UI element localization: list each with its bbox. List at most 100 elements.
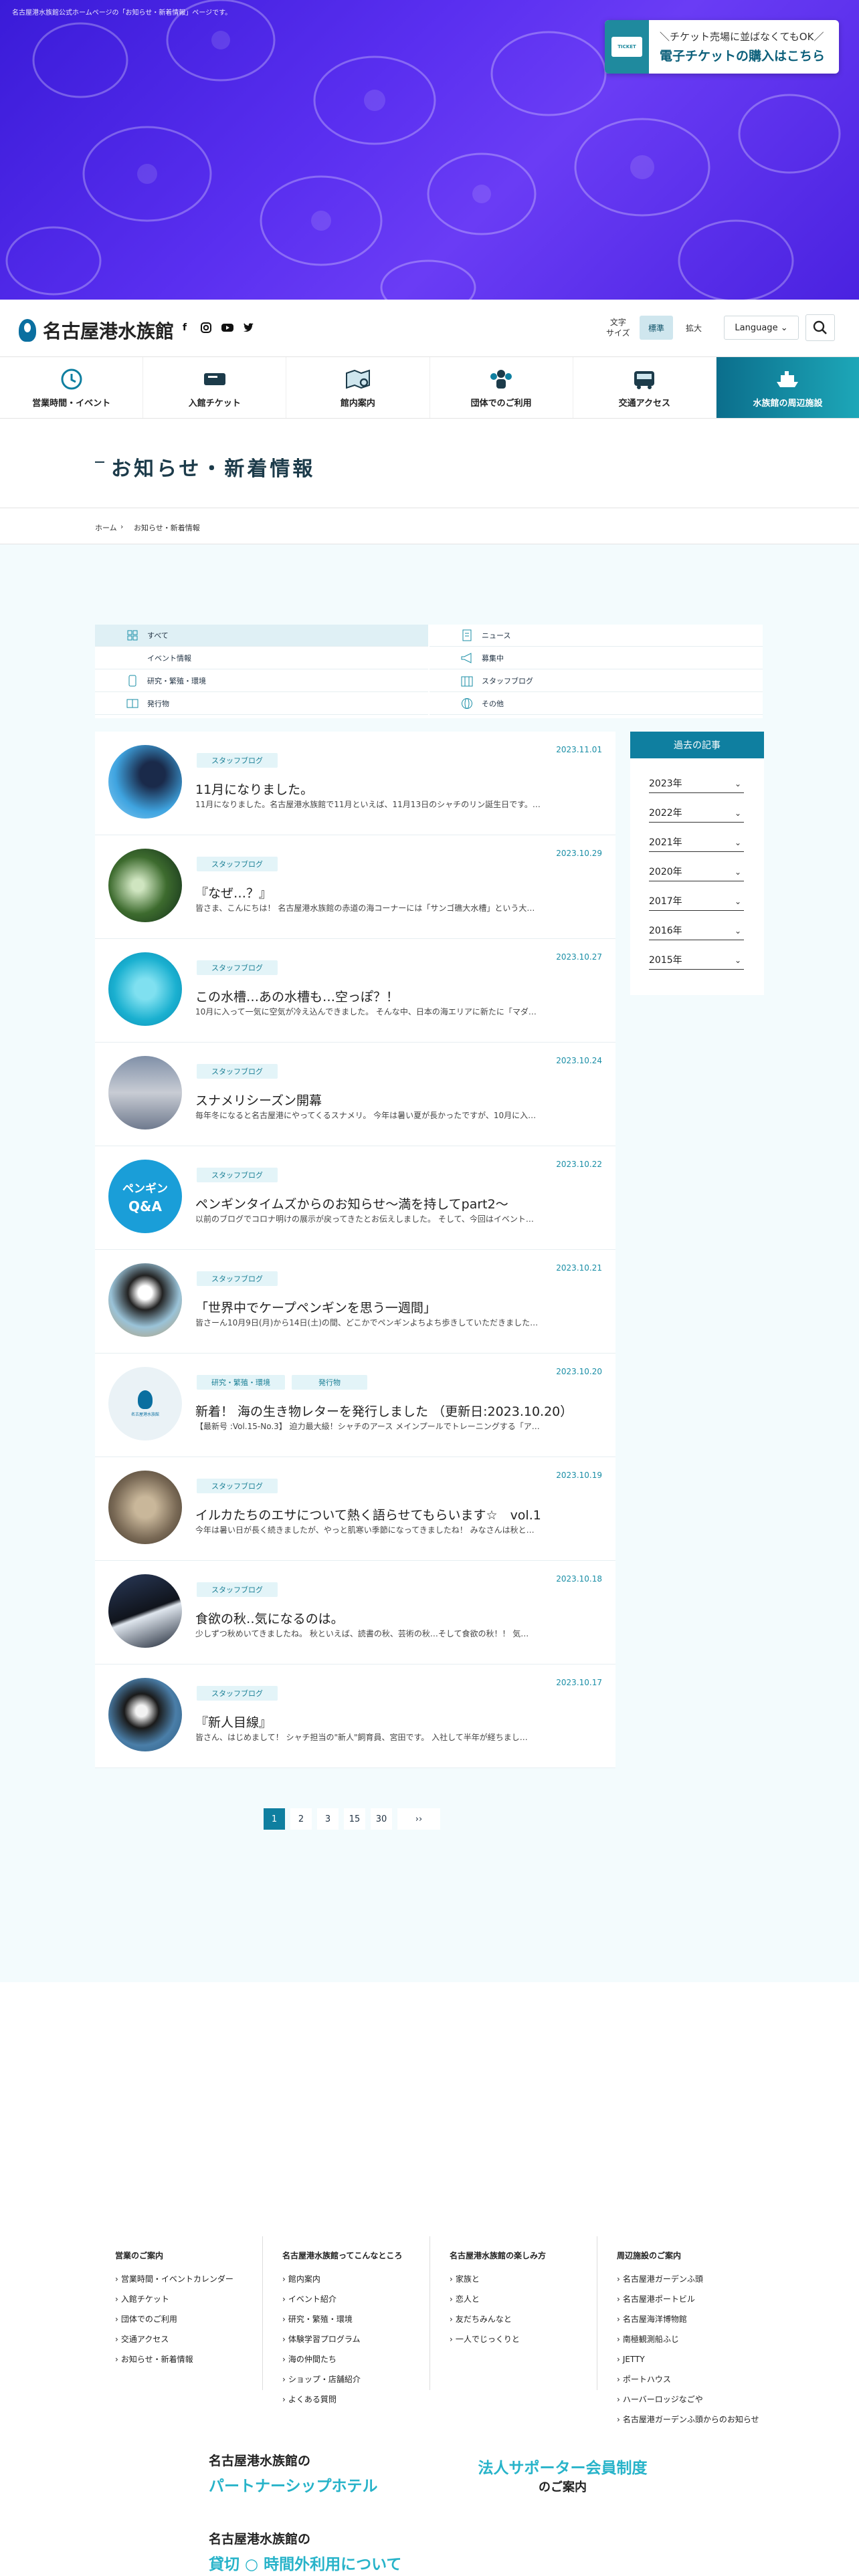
document-icon: [460, 629, 474, 641]
search-button[interactable]: [805, 314, 835, 341]
article-excerpt: 11月になりました。名古屋港水族館で11月といえば、11月13日のシャチのリン誕…: [195, 800, 541, 809]
list-item[interactable]: 2023.10.29 スタッフブログ 『なぜ…？』 皆さま、こんにちは！ 名古屋…: [95, 835, 615, 939]
footer-link[interactable]: 一人でじっくりと: [450, 2329, 615, 2349]
list-item[interactable]: 2023.10.17 スタッフブログ 『新人目線』 皆さん、はじめまして！ シャ…: [95, 1665, 615, 1768]
footer-link[interactable]: お知らせ・新着情報: [115, 2349, 281, 2369]
corporate-supporter-banner[interactable]: 法人サポーター会員制度 のご案内: [446, 2437, 680, 2509]
bus-icon: [631, 366, 658, 392]
site-footer: 営業のご案内 営業時間・イベントカレンダー 入館チケット 団体でのご利用 交通ア…: [0, 1982, 859, 2576]
footer-link[interactable]: JETTY: [617, 2349, 783, 2369]
facebook-icon[interactable]: f: [178, 321, 191, 334]
nav-floor-guide[interactable]: 館内案内: [286, 357, 430, 418]
instagram-icon[interactable]: [199, 321, 213, 334]
page-3-button[interactable]: 3: [317, 1808, 339, 1830]
list-item[interactable]: 2023.10.27 スタッフブログ この水槽…あの水槽も…空っぽ？！ 10月に…: [95, 939, 615, 1043]
list-item[interactable]: 2023.10.24 スタッフブログ スナメリシーズン開幕 毎年冬になると名古屋…: [95, 1043, 615, 1146]
footer-link[interactable]: 名古屋港ポートビル: [617, 2289, 783, 2309]
logo-text: 名古屋港水族館: [43, 320, 175, 342]
article-tag: スタッフブログ: [197, 1064, 278, 1079]
youtube-icon[interactable]: [221, 321, 234, 334]
list-item[interactable]: 2023.10.19 スタッフブログ イルカたちのエサについて熱く語らせてもらい…: [95, 1457, 615, 1561]
nav-access[interactable]: 交通アクセス: [573, 357, 717, 418]
article-excerpt: 皆さん、はじめまして！ シャチ担当の"新人"飼育員、宮田です。 入社して半年が経…: [195, 1733, 528, 1742]
category-other[interactable]: その他: [430, 693, 763, 715]
nav-ticket[interactable]: 入館チケット: [143, 357, 287, 418]
list-item[interactable]: ペンギン Q&A 2023.10.22 スタッフブログ ペンギンタイムズからのお…: [95, 1146, 615, 1250]
footer-link[interactable]: ハーバーロッジなごや: [617, 2389, 783, 2409]
list-item[interactable]: 2023.11.01 スタッフブログ 11月になりました。 11月になりました。…: [95, 732, 615, 835]
footer-link[interactable]: ポートハウス: [617, 2369, 783, 2389]
globe-icon: [460, 697, 474, 710]
nav-hours-events[interactable]: 営業時間・イベント: [0, 357, 144, 418]
next-page-button[interactable]: ››: [397, 1808, 440, 1830]
footer-link[interactable]: 団体でのご利用: [115, 2309, 281, 2329]
font-size-large-button[interactable]: 拡大: [677, 316, 710, 340]
article-tag: スタッフブログ: [197, 857, 278, 871]
category-recruiting[interactable]: 募集中: [430, 647, 763, 669]
breadcrumb-home[interactable]: ホーム: [95, 522, 117, 533]
footer-link[interactable]: 交通アクセス: [115, 2329, 281, 2349]
footer-link[interactable]: 友だちみんなと: [450, 2309, 615, 2329]
article-tag: スタッフブログ: [197, 960, 278, 975]
category-staff-blog[interactable]: スタッフブログ: [430, 670, 763, 692]
footer-link[interactable]: 館内案内: [282, 2269, 448, 2289]
archive-year-2016[interactable]: 2016年 ⌄: [649, 920, 744, 940]
footer-link[interactable]: ショップ・店舗紹介: [282, 2369, 448, 2389]
article-title: 『なぜ…？』: [195, 886, 272, 901]
page-2-button[interactable]: 2: [290, 1808, 312, 1830]
list-item[interactable]: 2023.10.18 スタッフブログ 食欲の秋‥気になるのは。 少しずつ秋めいて…: [95, 1561, 615, 1665]
archive-year-2015[interactable]: 2015年 ⌄: [649, 950, 744, 970]
footer-link[interactable]: 恋人と: [450, 2289, 615, 2309]
archive-year-2021[interactable]: 2021年 ⌄: [649, 832, 744, 852]
category-events[interactable]: イベント情報: [95, 647, 428, 669]
nav-groups[interactable]: 団体でのご利用: [430, 357, 573, 418]
footer-link[interactable]: 研究・繁殖・環境: [282, 2309, 448, 2329]
page-15-button[interactable]: 15: [344, 1808, 365, 1830]
breadcrumb: ホーム › お知らせ・新着情報: [0, 508, 859, 544]
article-title: 11月になりました。: [195, 782, 314, 797]
list-item[interactable]: 2023.10.21 スタッフブログ 「世界中でケープペンギンを思う一週間」 皆…: [95, 1250, 615, 1354]
footer-link[interactable]: イベント紹介: [282, 2289, 448, 2309]
footer-link[interactable]: 名古屋海洋博物館: [617, 2309, 783, 2329]
site-header: 名古屋港水族館 f 文字 サイズ 標準 拡大 Language ⌄: [0, 300, 859, 357]
font-size-standard-button[interactable]: 標準: [640, 316, 673, 340]
page-1-button[interactable]: 1: [264, 1808, 285, 1830]
article-excerpt: 皆さーん10月9日(月)から14日(土)の間、どこかでペンギンよちよち歩きしてい…: [195, 1318, 539, 1327]
footer-link[interactable]: 入館チケット: [115, 2289, 281, 2309]
footer-column-about: 名古屋港水族館ってこんなところ 館内案内 イベント紹介 研究・繁殖・環境 体験学…: [282, 2250, 448, 2409]
footer-link[interactable]: 海の仲間たち: [282, 2349, 448, 2369]
footer-link[interactable]: よくある質問: [282, 2389, 448, 2409]
partnership-hotel-banner[interactable]: 名古屋港水族館の パートナーシップホテル: [185, 2437, 428, 2509]
language-select[interactable]: Language ⌄: [724, 316, 799, 340]
article-tag: スタッフブログ: [197, 1686, 278, 1701]
footer-link[interactable]: 南極観測船ふじ: [617, 2329, 783, 2349]
archive-year-2017[interactable]: 2017年 ⌄: [649, 891, 744, 911]
map-icon: [345, 366, 371, 392]
category-publications[interactable]: 発行物: [95, 693, 428, 715]
hero-banner: 名古屋港水族館公式ホームページの「お知らせ・新着情報」ページです。 TICKET…: [0, 0, 859, 300]
category-all[interactable]: すべて: [95, 625, 428, 647]
list-item[interactable]: 名古屋港水族館 2023.10.20 研究・繁殖・環境 発行物 新着！ 海の生き…: [95, 1354, 615, 1457]
footer-column-business: 営業のご案内 営業時間・イベントカレンダー 入館チケット 団体でのご利用 交通ア…: [115, 2250, 281, 2369]
footer-column-nearby: 周辺施設のご案内 名古屋港ガーデンふ頭 名古屋港ポートビル 名古屋海洋博物館 南…: [617, 2250, 783, 2430]
twitter-icon[interactable]: [242, 321, 256, 334]
footer-link[interactable]: 家族と: [450, 2269, 615, 2289]
category-filter: すべて ニュース イベント情報 募集中 研究・繁殖・環境 スタッフブログ 発行物: [95, 625, 763, 718]
page-30-button[interactable]: 30: [371, 1808, 392, 1830]
archive-year-2022[interactable]: 2022年 ⌄: [649, 802, 744, 823]
main-nav: 営業時間・イベント 入館チケット 館内案内 団体でのご利用 交通アクセス 水族館…: [0, 357, 859, 419]
site-logo[interactable]: 名古屋港水族館: [19, 317, 174, 344]
footer-link[interactable]: 名古屋港ガーデンふ頭からのお知らせ: [617, 2409, 783, 2430]
footer-link[interactable]: 体験学習プログラム: [282, 2329, 448, 2349]
e-ticket-banner[interactable]: TICKET ＼チケット売場に並ばなくてもOK／ 電子チケットの購入はこちら: [605, 20, 839, 74]
private-use-banner[interactable]: 名古屋港水族館の 貸切 ○ 時間外利用について: [185, 2527, 428, 2576]
footer-link[interactable]: 名古屋港ガーデンふ頭: [617, 2269, 783, 2289]
category-research[interactable]: 研究・繁殖・環境: [95, 670, 428, 692]
nav-nearby-facilities[interactable]: 水族館の周辺施設: [716, 357, 859, 418]
archive-year-2023[interactable]: 2023年 ⌄: [649, 773, 744, 793]
archive-year-2020[interactable]: 2020年 ⌄: [649, 861, 744, 881]
footer-link[interactable]: 営業時間・イベントカレンダー: [115, 2269, 281, 2289]
building-icon: [460, 675, 474, 687]
category-news[interactable]: ニュース: [430, 625, 763, 647]
article-date: 2023.10.21: [556, 1263, 602, 1273]
